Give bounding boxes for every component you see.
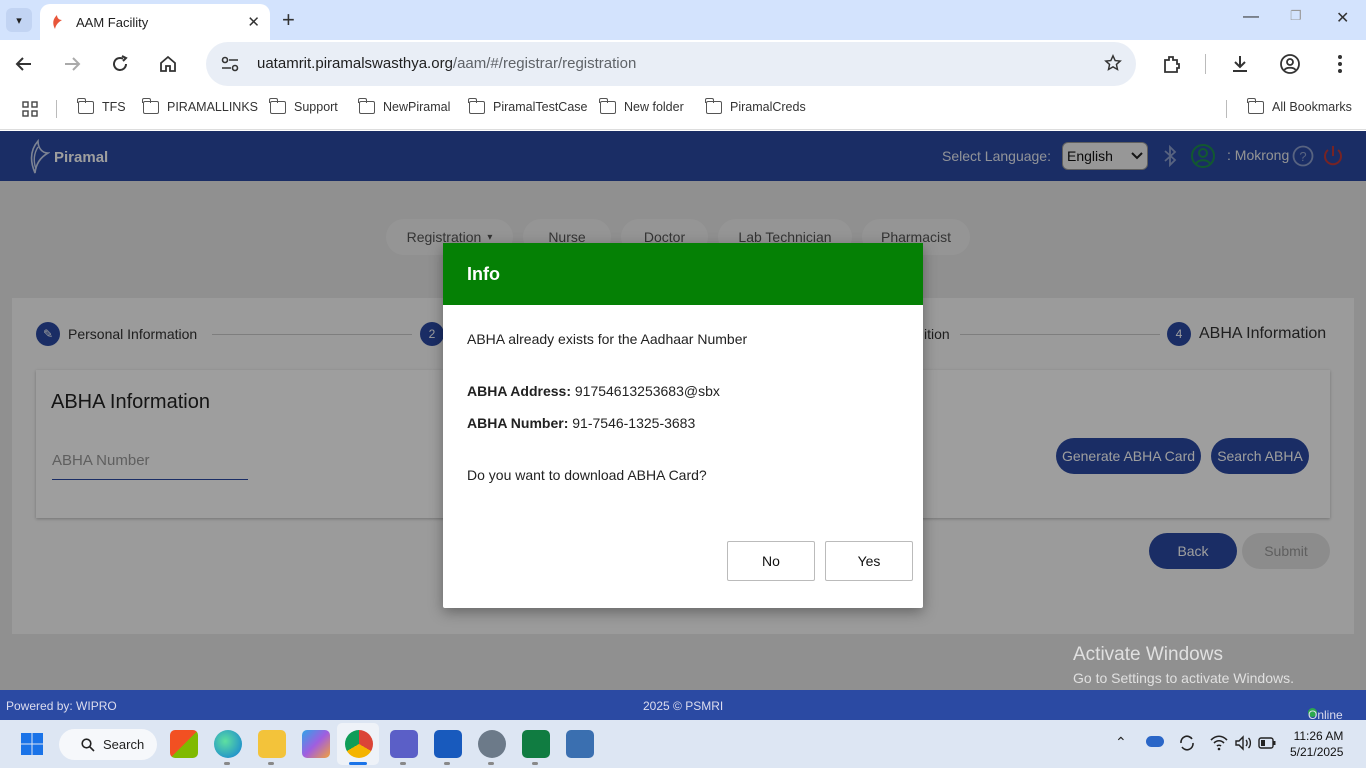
bookmark-folder-piramaltestcase[interactable]: PiramalTestCase [468, 97, 587, 114]
bookmark-folder-new-folder[interactable]: New folder [599, 97, 684, 114]
taskbar-search[interactable]: Search [59, 729, 157, 760]
remote-desktop-icon[interactable] [566, 730, 594, 758]
bookmark-folder-piramalcreds[interactable]: PiramalCreds [705, 97, 806, 114]
windows-start-icon[interactable] [20, 732, 44, 756]
browser-menu-icon[interactable] [1328, 52, 1352, 76]
home-icon[interactable] [156, 52, 180, 76]
chrome-icon[interactable] [345, 730, 373, 758]
taskbar-indicator [224, 762, 230, 765]
tab-title: AAM Facility [76, 14, 149, 30]
abha-address-line: ABHA Address: 91754613253683@sbx [467, 383, 720, 399]
downloads-icon[interactable] [1228, 52, 1252, 76]
m365-icon[interactable] [302, 730, 330, 758]
dialog-title: Info [443, 243, 923, 305]
bookmark-folder-tfs[interactable]: TFS [77, 97, 126, 114]
folder-icon [358, 97, 375, 114]
search-label: Search [103, 737, 145, 752]
close-tab-icon[interactable]: ✕ [247, 13, 260, 31]
taskbar-indicator [532, 762, 538, 765]
address-bar[interactable]: uatamrit.piramalswasthya.org/aam/#/regis… [206, 42, 1136, 86]
new-tab-icon[interactable]: + [282, 8, 295, 32]
back-icon[interactable] [12, 52, 36, 76]
window-close-icon[interactable]: ✕ [1336, 8, 1349, 28]
abha-number-value: 91-7546-1325-3683 [572, 415, 696, 431]
excel-icon[interactable] [522, 730, 550, 758]
wifi-icon[interactable] [1210, 735, 1228, 751]
file-explorer-icon[interactable] [258, 730, 286, 758]
folder-icon [1247, 97, 1264, 114]
browser-toolbar: uatamrit.piramalswasthya.org/aam/#/regis… [0, 40, 1366, 88]
windows-taskbar: Search ⌃ 11:26 AM 5/21/2025 [0, 720, 1366, 768]
sync-icon[interactable] [1178, 734, 1196, 752]
site-info-icon[interactable] [220, 54, 240, 74]
folder-icon [269, 97, 286, 114]
reload-icon[interactable] [108, 52, 132, 76]
no-button[interactable]: No [727, 541, 815, 581]
bookmarks-divider [56, 100, 57, 118]
taskbar-indicator [400, 762, 406, 765]
clock-time: 11:26 AM [1293, 729, 1344, 743]
apps-grid-icon[interactable] [22, 101, 38, 117]
folder-icon [77, 97, 94, 114]
clock-date: 5/21/2025 [1290, 745, 1344, 759]
battery-icon[interactable] [1258, 737, 1276, 749]
all-bookmarks[interactable]: All Bookmarks [1247, 97, 1352, 114]
microsoft-store-icon[interactable] [170, 730, 198, 758]
yes-button[interactable]: Yes [825, 541, 913, 581]
taskbar-indicator-active [349, 762, 367, 765]
forward-icon[interactable] [60, 52, 84, 76]
restore-icon[interactable]: ❐ [1290, 8, 1302, 24]
copyright: 2025 © PSMRI [643, 699, 724, 713]
powered-by: Powered by: WIPRO [6, 699, 117, 713]
abha-number-label: ABHA Number: [467, 415, 569, 431]
browser-tab[interactable]: AAM Facility ✕ [40, 4, 270, 40]
app-footer: Powered by: WIPRO 2025 © PSMRI Online [0, 690, 1366, 722]
bookmark-folder-newpiramal[interactable]: NewPiramal [358, 97, 450, 114]
piramal-favicon-icon [53, 15, 62, 29]
onedrive-icon[interactable] [1146, 736, 1164, 747]
abha-number-line: ABHA Number: 91-7546-1325-3683 [467, 415, 695, 431]
bookmark-folder-support[interactable]: Support [269, 97, 338, 114]
dialog-message: ABHA already exists for the Aadhaar Numb… [467, 331, 748, 347]
abha-address-value: 91754613253683@sbx [574, 383, 720, 399]
toolbar-divider [1205, 54, 1206, 74]
extensions-icon[interactable] [1160, 52, 1184, 76]
info-dialog: Info ABHA already exists for the Aadhaar… [443, 243, 923, 608]
settings-gear-icon[interactable] [478, 730, 506, 758]
dialog-question: Do you want to download ABHA Card? [467, 467, 707, 483]
watermark-title: Activate Windows [1073, 644, 1223, 665]
url-text: uatamrit.piramalswasthya.org/aam/#/regis… [257, 55, 637, 72]
show-hidden-icons-chevron-icon[interactable]: ⌃ [1115, 734, 1127, 751]
browser-tab-strip: ▾ AAM Facility ✕ + — ❐ ✕ [0, 0, 1366, 40]
taskbar-indicator [268, 762, 274, 765]
folder-icon [468, 97, 485, 114]
profile-icon[interactable] [1278, 52, 1302, 76]
edge-icon[interactable] [214, 730, 242, 758]
abha-address-label: ABHA Address: [467, 383, 571, 399]
tab-search-button[interactable]: ▾ [6, 8, 32, 32]
system-clock[interactable]: 11:26 AM 5/21/2025 [1290, 728, 1343, 760]
bookmark-folder-piramallinks[interactable]: PIRAMALLINKS [142, 97, 258, 114]
taskbar-indicator [444, 762, 450, 765]
activate-windows-watermark: Activate Windows Go to Settings to activ… [1073, 644, 1294, 686]
folder-icon [142, 97, 159, 114]
watermark-subtitle: Go to Settings to activate Windows. [1073, 670, 1294, 686]
folder-icon [599, 97, 616, 114]
minimize-icon[interactable]: — [1243, 8, 1259, 26]
folder-icon [705, 97, 722, 114]
teams-icon[interactable] [390, 730, 418, 758]
volume-icon[interactable] [1234, 735, 1252, 751]
bookmark-star-icon[interactable] [1104, 54, 1122, 72]
search-icon [81, 738, 95, 752]
bookmarks-bar: TFS PIRAMALLINKS Support NewPiramal Pira… [0, 88, 1366, 130]
word-icon[interactable] [434, 730, 462, 758]
taskbar-indicator [488, 762, 494, 765]
bookmarks-divider [1226, 100, 1227, 118]
